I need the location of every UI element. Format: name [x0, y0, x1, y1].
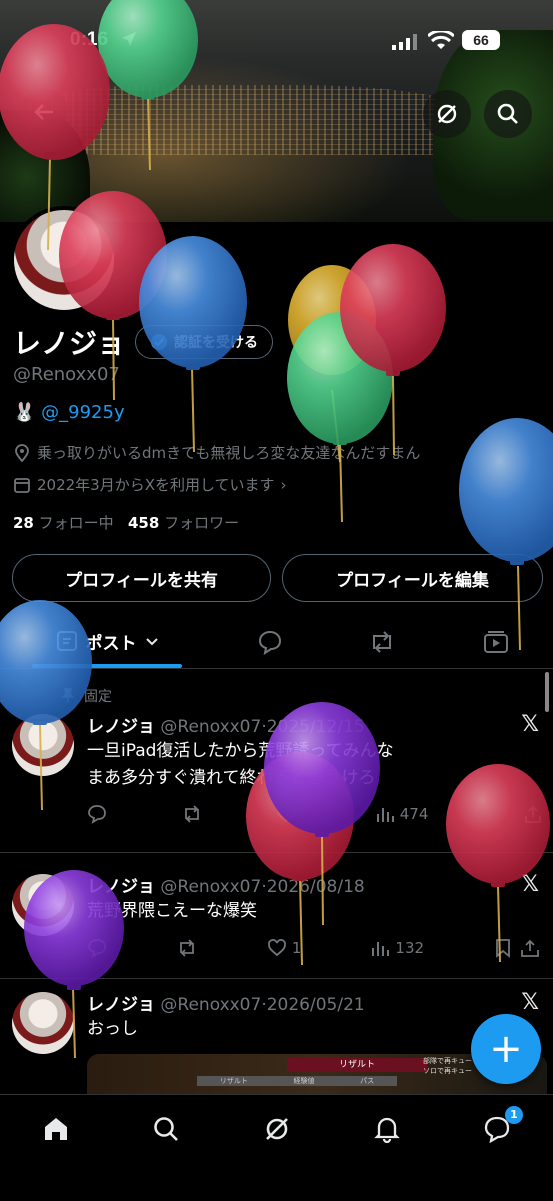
- plus-icon: +: [489, 1026, 523, 1072]
- nav-notifications[interactable]: [371, 1113, 403, 1145]
- nav-home[interactable]: [40, 1113, 72, 1145]
- balloon-blue-left: [0, 600, 92, 811]
- balloons-overlay: [0, 0, 553, 1059]
- messages-badge: 1: [505, 1106, 523, 1124]
- balloon-green-top: [98, 0, 198, 171]
- home-icon: [45, 1118, 67, 1140]
- balloon-blue-right: [459, 418, 553, 651]
- nav-grok[interactable]: [261, 1113, 293, 1145]
- balloon-purple-1: [264, 702, 380, 926]
- bell-icon: [374, 1117, 400, 1143]
- compose-post-button[interactable]: +: [471, 1014, 541, 1084]
- balloon-red-5: [446, 764, 550, 963]
- balloon-purple-2: [24, 870, 124, 1059]
- nav-search[interactable]: [150, 1113, 182, 1145]
- balloon-blue-1: [139, 236, 247, 453]
- grok-icon: [266, 1118, 288, 1140]
- search-icon: [154, 1117, 178, 1141]
- bottom-navigation: [0, 1094, 553, 1201]
